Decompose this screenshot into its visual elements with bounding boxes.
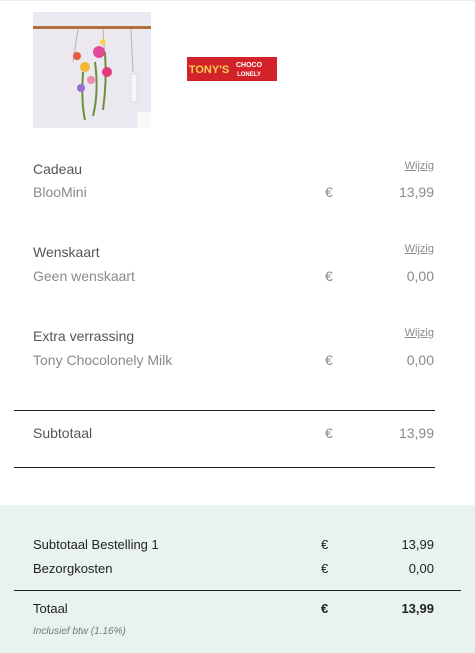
flower-bouquet-image <box>33 12 151 128</box>
subtotal-label: Subtotaal <box>33 425 93 441</box>
item-price: 13,99 <box>398 184 434 200</box>
edit-card-link[interactable]: Wijzig <box>405 243 434 255</box>
item-heading: Cadeau <box>33 161 83 177</box>
divider <box>14 467 435 468</box>
currency-symbol: € <box>325 268 333 284</box>
product-image <box>33 12 151 128</box>
edit-gift-link[interactable]: Wijzig <box>405 160 434 172</box>
divider <box>14 410 435 411</box>
tonys-chocolonely-logo: TONY'S CHOCO LONELY <box>187 57 277 81</box>
subtotal-row: Subtotaal € 13,99 <box>33 425 434 445</box>
currency-symbol: € <box>321 537 329 552</box>
item-name: BlooMini <box>33 184 87 200</box>
svg-text:CHOCO: CHOCO <box>236 62 263 69</box>
item-card-header: Wenskaart Wijzig <box>33 243 434 264</box>
svg-text:TONY'S: TONY'S <box>189 64 229 76</box>
total-row: Totaal € 13,99 <box>33 601 434 619</box>
item-heading: Extra verrassing <box>33 328 135 344</box>
item-gift-line: BlooMini € 13,99 <box>33 184 434 204</box>
vat-note: Inclusief btw (1.16%) <box>33 626 126 637</box>
total-label: Totaal <box>33 601 68 616</box>
shipping-row: Bezorgkosten € 0,00 <box>33 561 434 579</box>
order-subtotal-row: Subtotaal Bestelling 1 € 13,99 <box>33 537 434 555</box>
order-subtotal-label: Subtotaal Bestelling 1 <box>33 537 159 552</box>
item-name: Geen wenskaart <box>33 268 135 284</box>
divider <box>14 590 461 591</box>
item-price: 0,00 <box>406 268 434 284</box>
edit-extra-link[interactable]: Wijzig <box>405 327 434 339</box>
item-name: Tony Chocolonely Milk <box>33 352 173 368</box>
currency-symbol: € <box>325 352 333 368</box>
currency-symbol: € <box>325 184 333 200</box>
currency-symbol: € <box>321 601 329 616</box>
shipping-amount: 0,00 <box>408 561 434 576</box>
svg-text:LONELY: LONELY <box>237 72 261 78</box>
order-summary: Subtotaal Bestelling 1 € 13,99 Bezorgkos… <box>0 505 475 653</box>
item-extra-header: Extra verrassing Wijzig <box>33 327 434 348</box>
item-card-line: Geen wenskaart € 0,00 <box>33 268 434 288</box>
currency-symbol: € <box>321 561 329 576</box>
order-subtotal-amount: 13,99 <box>401 537 434 552</box>
total-amount: 13,99 <box>401 601 434 616</box>
item-gift-header: Cadeau Wijzig <box>33 160 434 181</box>
currency-symbol: € <box>325 425 333 441</box>
item-heading: Wenskaart <box>33 244 100 260</box>
item-extra-line: Tony Chocolonely Milk € 0,00 <box>33 352 434 372</box>
subtotal-amount: 13,99 <box>398 425 434 441</box>
item-price: 0,00 <box>406 352 434 368</box>
shipping-label: Bezorgkosten <box>33 561 113 576</box>
order-card: TONY'S CHOCO LONELY Cadeau Wijzig BlooMi… <box>0 0 475 506</box>
